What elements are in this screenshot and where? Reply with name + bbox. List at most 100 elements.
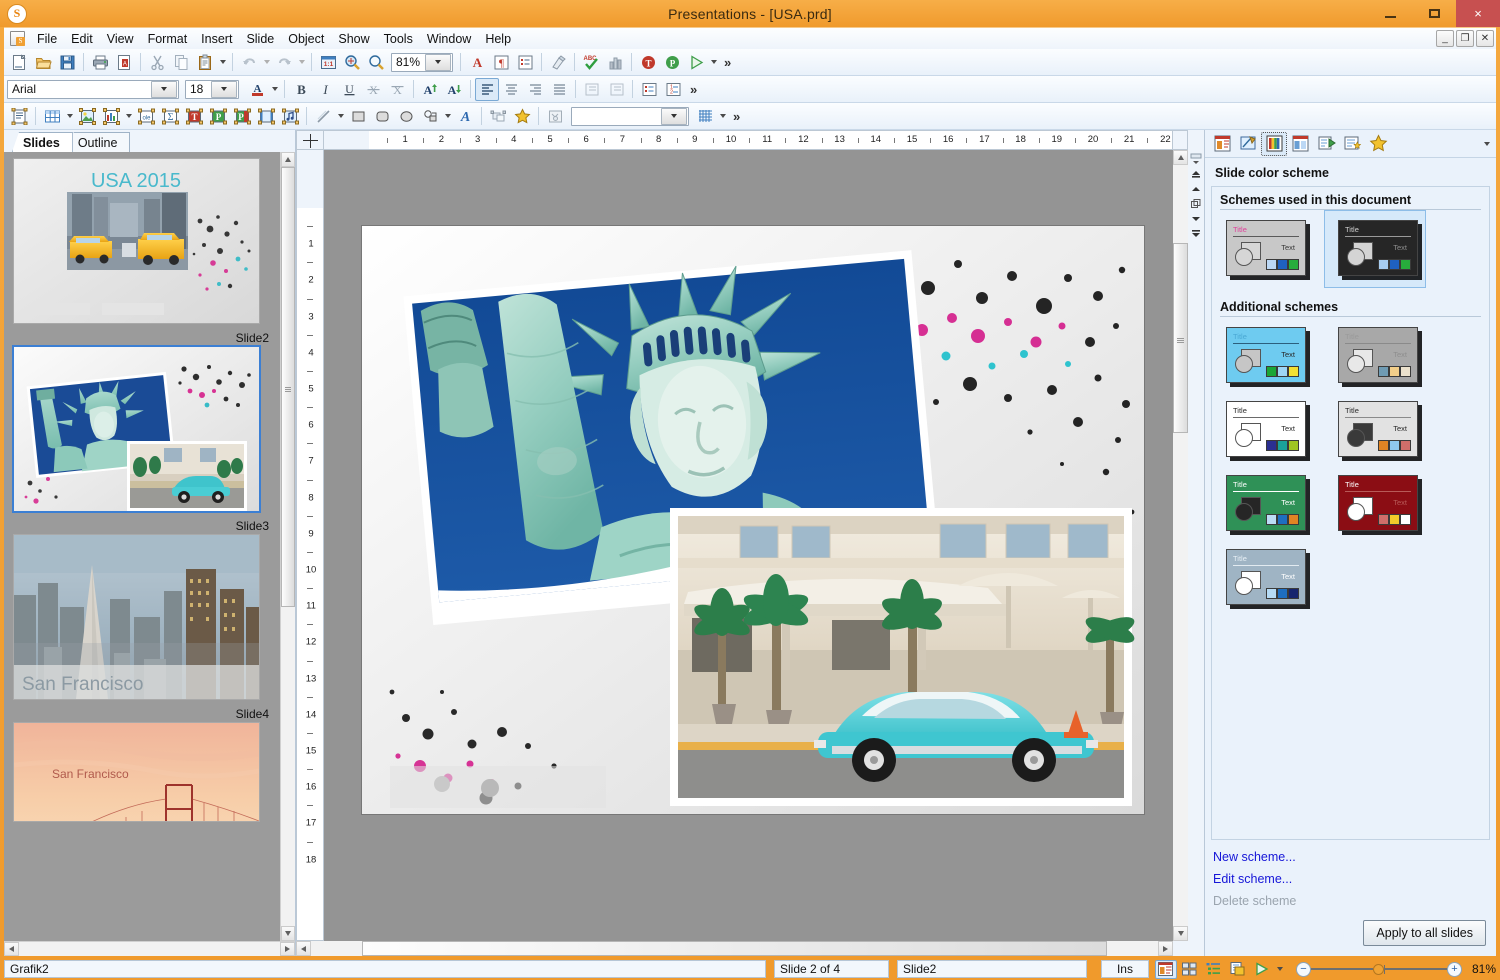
line-tool-icon[interactable] [311,105,335,128]
font-color-icon[interactable]: A [245,78,269,101]
notes-view-icon[interactable] [1227,960,1249,979]
export-pdf-icon[interactable]: A [112,51,136,74]
slide-layout-icon[interactable] [1287,132,1313,156]
ole-object-icon[interactable]: ole [134,105,158,128]
browse-object-button[interactable] [1189,197,1203,211]
menu-item-help[interactable]: Help [478,29,518,49]
format-painter-icon[interactable] [546,51,570,74]
slide-panel-scrollbar[interactable] [280,152,295,941]
superscript-strike-button[interactable]: X [385,78,409,101]
zoom-level-combo[interactable]: 81% [391,53,453,72]
redo-history-chevron-down-icon[interactable] [296,51,307,74]
start-presentation-icon[interactable] [684,51,708,74]
objects-toolbar-overflow-button[interactable]: » [728,109,745,124]
canvas-scroll-right-icon[interactable] [1158,941,1173,956]
scroll-left-icon[interactable] [4,942,19,956]
menu-item-format[interactable]: Format [141,29,195,49]
normal-view-icon[interactable] [1155,960,1177,979]
edit-scheme-link[interactable]: Edit scheme... [1213,868,1488,890]
rounded-rectangle-tool-icon[interactable] [370,105,394,128]
slide-thumbnail-item[interactable]: Slide3 [13,517,275,700]
font-name-combo[interactable]: Arial [7,80,179,99]
align-left-button[interactable] [475,78,499,101]
chart-icon[interactable] [603,51,627,74]
zoom-level-chevron-down-icon[interactable] [425,54,451,71]
canvas-hscrollbar[interactable] [296,941,1204,956]
maximize-window-button[interactable] [1412,0,1456,27]
mdi-close-button[interactable]: ✕ [1476,30,1494,47]
paragraph-format-icon[interactable]: ¶ [489,51,513,74]
font-size-chevron-down-icon[interactable] [211,81,237,98]
slide-properties-icon[interactable] [1209,132,1235,156]
status-insert-mode[interactable]: Ins [1101,960,1149,978]
increase-indent-button[interactable] [604,78,628,101]
zoom-100-icon[interactable]: 1:1 [316,51,340,74]
increase-font-size-icon[interactable]: A [418,78,442,101]
start-slideshow-icon[interactable] [1251,960,1273,979]
numbered-list-button[interactable]: 12 [661,78,685,101]
color-scheme-scheme-green[interactable]: TitleText [1222,473,1308,533]
scroll-up-icon[interactable] [281,152,295,167]
formatting-toolbar-overflow-button[interactable]: » [685,82,702,97]
spellcheck-icon[interactable]: ABC [579,51,603,74]
slide-thumbnail-item[interactable]: Slide4 [13,705,275,822]
standard-toolbar-overflow-button[interactable]: » [719,55,736,70]
slide-thumbnail-item[interactable]: Slide2 [13,329,275,512]
presentation-object2-icon[interactable]: P [230,105,254,128]
grid-icon[interactable] [693,105,717,128]
ellipse-tool-icon[interactable] [394,105,418,128]
ruler-origin-button[interactable] [296,130,324,150]
table-icon[interactable] [40,105,64,128]
slide-thumbnail-3[interactable]: San Francisco [13,534,260,700]
first-slide-button[interactable] [1189,167,1203,181]
media-video-icon[interactable] [254,105,278,128]
menu-item-window[interactable]: Window [420,29,478,49]
color-scheme-scheme-steel-blue[interactable]: TitleText [1222,547,1308,607]
outline-view-icon[interactable] [1203,960,1225,979]
chart-frame-chevron-down-icon[interactable] [123,105,134,128]
cut-icon[interactable] [145,51,169,74]
vertical-ruler[interactable]: 123456789101112131415161718 [296,150,324,941]
object-style-chevron-down-icon[interactable] [661,108,687,125]
color-scheme-scheme-white[interactable]: TitleText [1222,399,1308,459]
textart-object-icon[interactable]: T [182,105,206,128]
object-animation-icon[interactable] [1313,132,1339,156]
undo-history-chevron-down-icon[interactable] [261,51,272,74]
slide-panel-hscrollbar[interactable] [4,941,295,956]
effects-star-icon[interactable] [510,105,534,128]
align-justify-button[interactable] [547,78,571,101]
zoom-in-button[interactable]: + [1447,962,1462,977]
slide-page[interactable] [362,226,1144,814]
redo-icon[interactable] [272,51,296,74]
sidebar-menu-chevron-down-icon[interactable] [1481,132,1492,155]
menu-item-edit[interactable]: Edit [64,29,100,49]
slideshow-options-chevron-down-icon[interactable] [1275,960,1286,979]
grid-chevron-down-icon[interactable] [717,105,728,128]
paste-options-chevron-down-icon[interactable] [217,51,228,74]
menu-item-object[interactable]: Object [281,29,331,49]
autoshape-chevron-down-icon[interactable] [442,105,453,128]
align-right-button[interactable] [523,78,547,101]
menu-item-insert[interactable]: Insert [194,29,239,49]
scroll-right-icon[interactable] [280,942,295,956]
formula-object-icon[interactable]: Σ [158,105,182,128]
tab-slides[interactable]: Slides [12,132,73,152]
textart-tool-icon[interactable]: A [453,105,477,128]
media-audio-icon[interactable] [278,105,302,128]
color-scheme-scheme-gray[interactable]: TitleText [1334,325,1420,385]
open-file-icon[interactable] [31,51,55,74]
menu-item-view[interactable]: View [100,29,141,49]
minimize-window-button[interactable] [1368,0,1412,27]
color-scheme-scheme-darkred[interactable]: TitleText [1334,473,1420,533]
slide-thumbnail-item[interactable]: USA 2015 [13,158,275,324]
picture-frame-icon[interactable] [75,105,99,128]
slide-thumbnail-1[interactable]: USA 2015 [13,158,260,324]
next-slide-button[interactable] [1189,212,1203,226]
color-scheme-icon[interactable] [1261,132,1287,156]
chart-frame-icon[interactable] [99,105,123,128]
decrease-font-size-icon[interactable]: A [442,78,466,101]
menu-item-tools[interactable]: Tools [377,29,420,49]
slide-thumbnail-2[interactable] [13,346,260,512]
design-template-icon[interactable] [1339,132,1365,156]
zoom-slider-knob[interactable] [1373,964,1384,975]
